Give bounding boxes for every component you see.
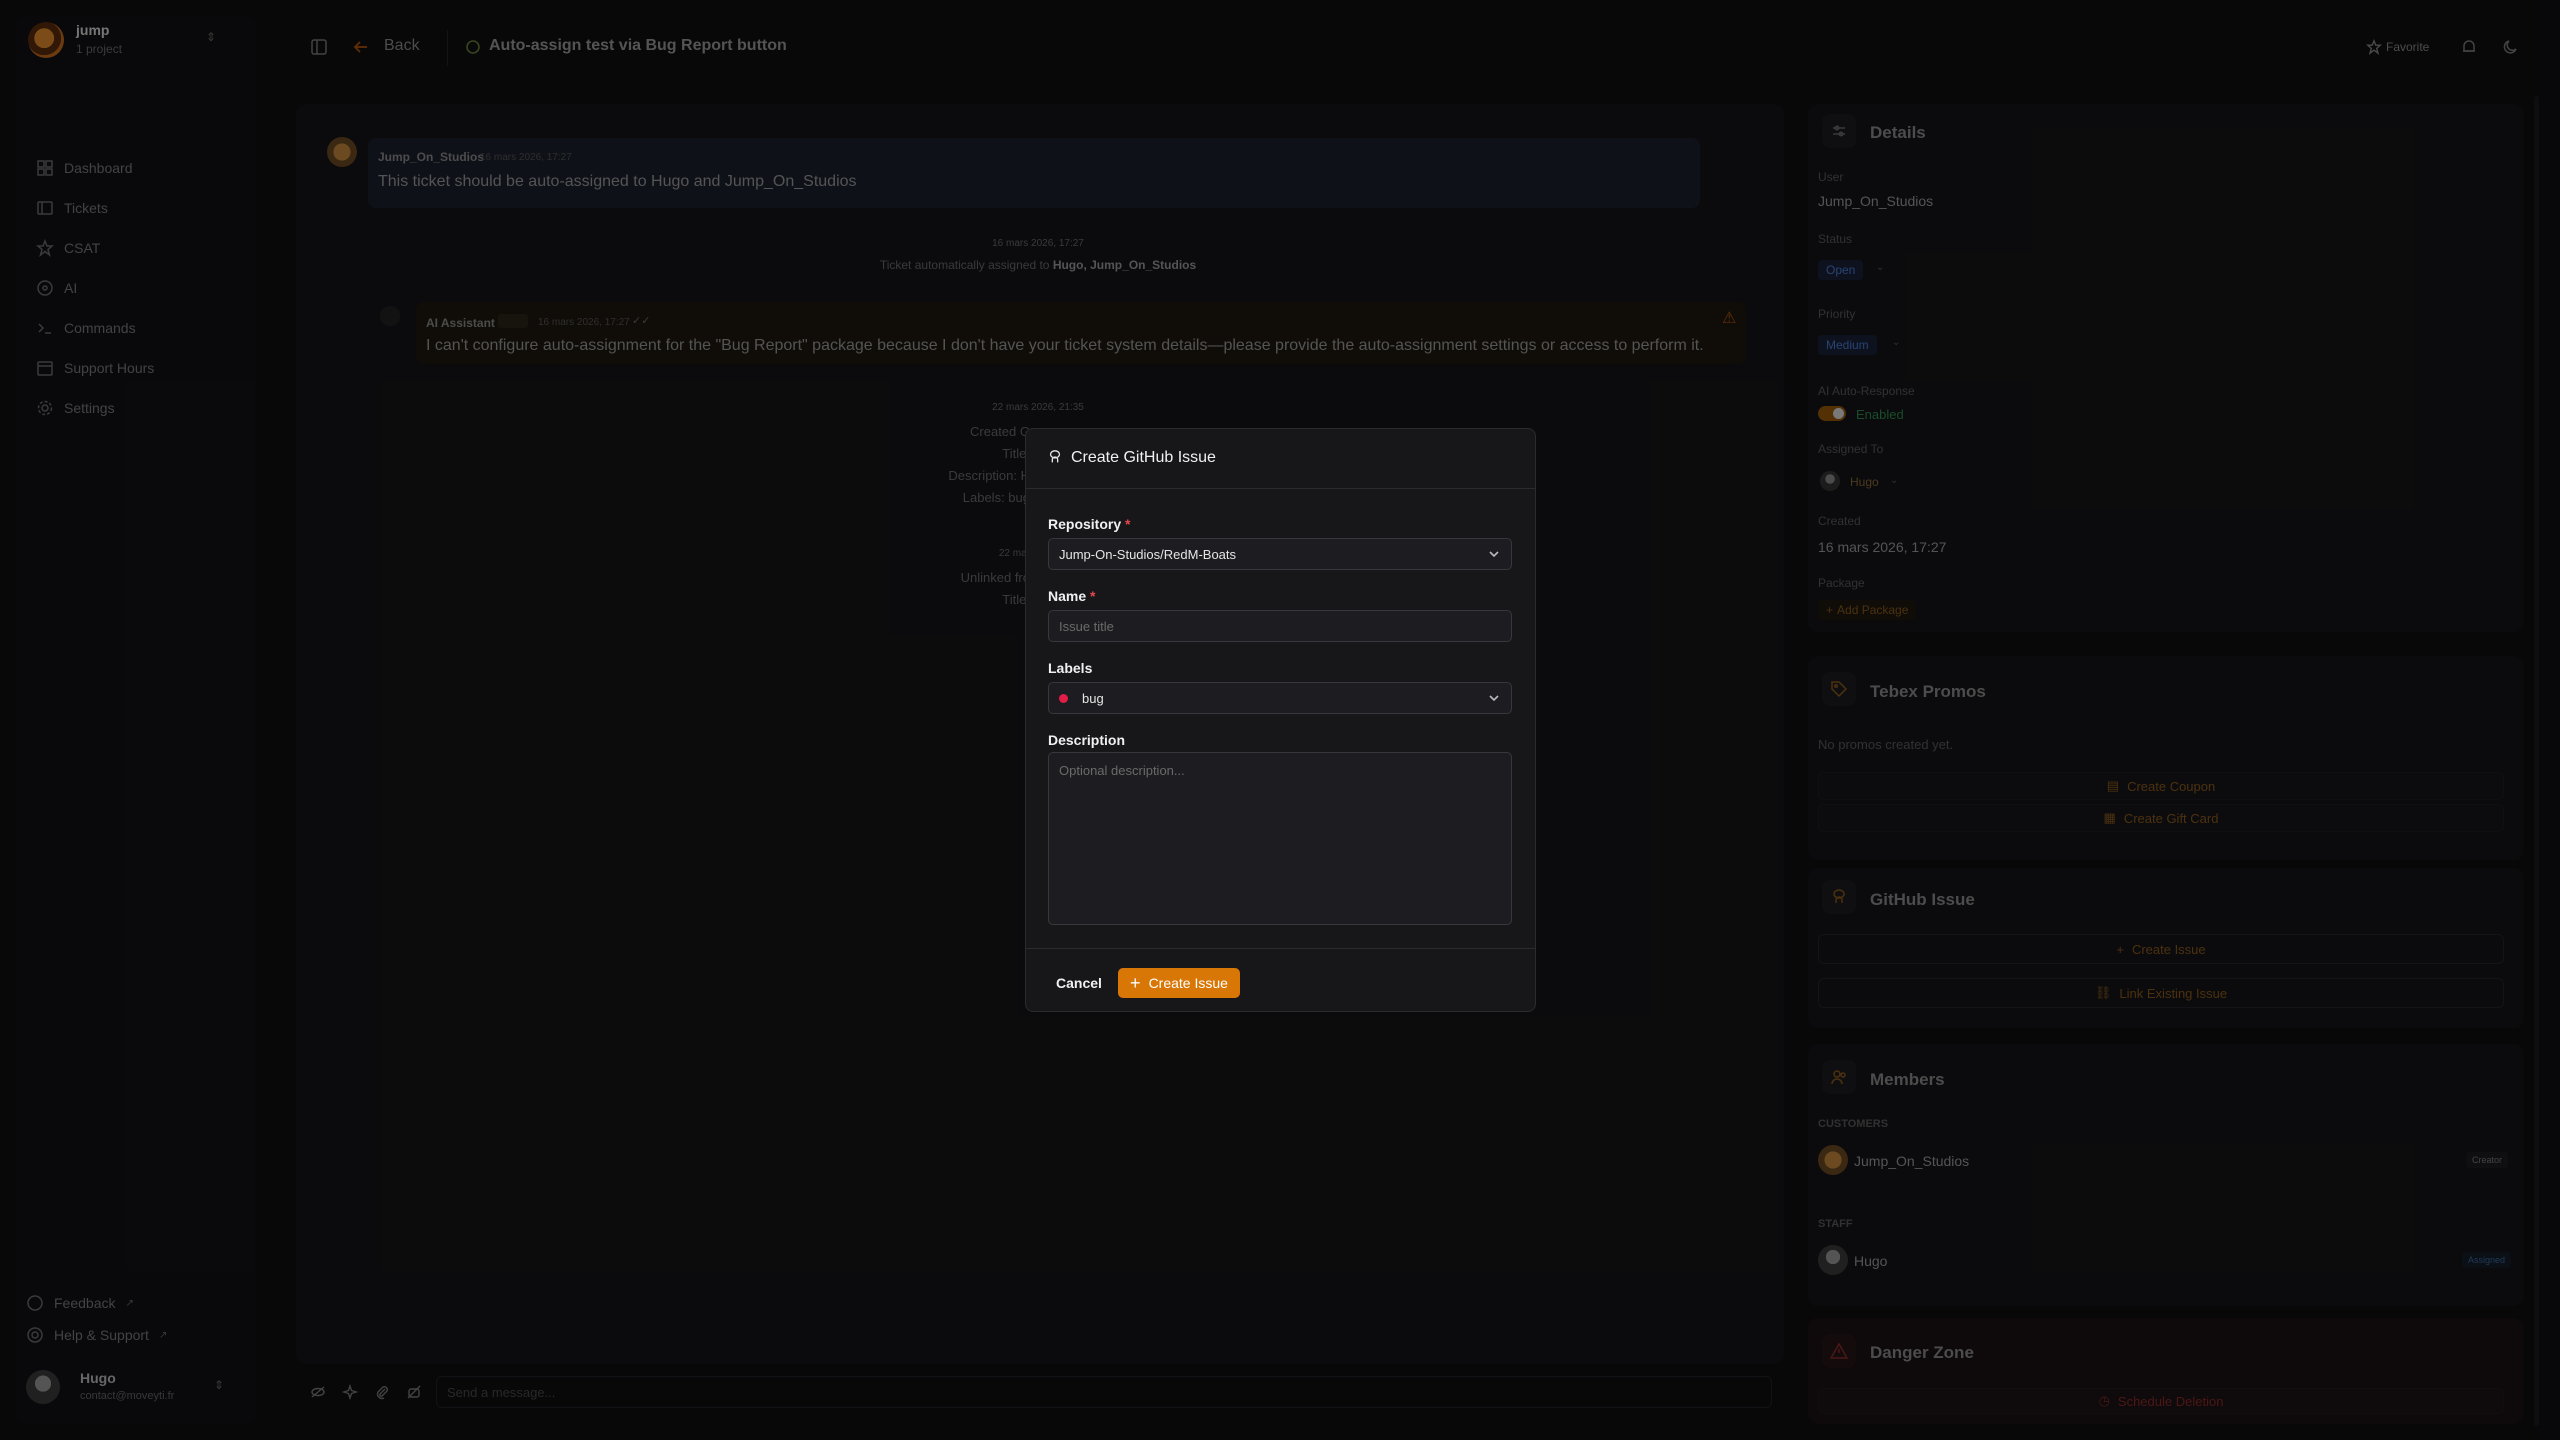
- labels-label: Labels: [1048, 660, 1093, 676]
- labels-select[interactable]: bug: [1048, 682, 1512, 714]
- create-issue-submit-label: Create Issue: [1148, 975, 1228, 991]
- repository-selected-value: Jump-On-Studios/RedM-Boats: [1059, 546, 1237, 562]
- label-chip-text: bug: [1082, 690, 1104, 706]
- name-label: Name *: [1048, 588, 1095, 604]
- repository-label: Repository *: [1048, 516, 1130, 532]
- chevron-down-icon: [1487, 547, 1501, 561]
- required-mark: *: [1090, 588, 1096, 604]
- description-textarea[interactable]: [1048, 752, 1512, 925]
- description-label: Description: [1048, 732, 1126, 748]
- create-issue-submit-button[interactable]: + Create Issue: [1118, 968, 1240, 998]
- divider: [1025, 488, 1536, 489]
- repository-label-text: Repository: [1048, 516, 1122, 532]
- label-color-dot: [1059, 693, 1068, 703]
- github-icon: [1047, 449, 1063, 465]
- cancel-button[interactable]: Cancel: [1048, 968, 1110, 998]
- name-label-text: Name: [1048, 588, 1087, 604]
- chevron-down-icon: [1487, 691, 1501, 705]
- divider: [1025, 948, 1536, 949]
- issue-name-input[interactable]: [1048, 610, 1512, 642]
- repository-select[interactable]: Jump-On-Studios/RedM-Boats: [1048, 538, 1512, 570]
- labels-selected: bug: [1059, 691, 1104, 706]
- plus-icon: +: [1130, 973, 1141, 993]
- dialog-title: Create GitHub Issue: [1071, 449, 1216, 466]
- required-mark: *: [1125, 516, 1131, 532]
